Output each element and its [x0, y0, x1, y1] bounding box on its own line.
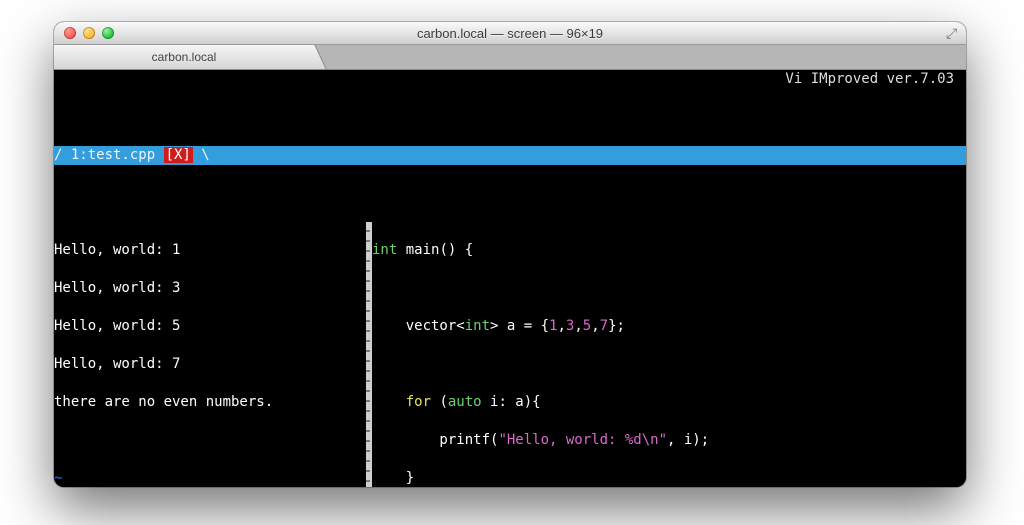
buffer-modified-flag: [X] — [164, 147, 193, 163]
code-line: } — [372, 469, 966, 487]
vim-version-label: Vi IMproved ver.7.03 — [785, 70, 954, 89]
vim-tilde-line: ~ — [54, 469, 366, 487]
code-line: vector<int> a = {1,3,5,7}; — [372, 317, 966, 336]
window-title: carbon.local — screen — 96×19 — [54, 26, 966, 41]
output-line: there are no even numbers. — [54, 393, 366, 412]
empty-line — [54, 431, 366, 450]
terminal-window: carbon.local — screen — 96×19 ⤢ carbon.l… — [54, 22, 966, 487]
code-line: printf("Hello, world: %d\n", i); — [372, 431, 966, 450]
buffer-tab-sep: \ — [193, 147, 210, 163]
code-line: int main() { — [372, 241, 966, 260]
titlebar[interactable]: carbon.local — screen — 96×19 ⤢ — [54, 22, 966, 45]
buffer-tab-label: / 1:test.cpp — [54, 147, 164, 163]
code-line — [372, 355, 966, 374]
code-line: for (auto i: a){ — [372, 393, 966, 412]
fullscreen-icon[interactable]: ⤢ — [946, 26, 960, 40]
output-line: Hello, world: 1 — [54, 241, 366, 260]
output-line: Hello, world: 3 — [54, 279, 366, 298]
vim-left-pane[interactable]: Hello, world: 1 Hello, world: 3 Hello, w… — [54, 222, 366, 487]
code-line — [372, 279, 966, 298]
terminal-tabbar: carbon.local — [54, 45, 966, 70]
terminal-tab-label: carbon.local — [152, 50, 217, 64]
output-line: Hello, world: 7 — [54, 355, 366, 374]
vim-right-pane[interactable]: int main() { vector<int> a = {1,3,5,7}; … — [372, 222, 966, 487]
vim-split-container: Hello, world: 1 Hello, world: 3 Hello, w… — [54, 222, 966, 487]
terminal-content[interactable]: Vi IMproved ver.7.03 / 1:test.cpp [X] \ … — [54, 70, 966, 487]
vim-buffer-tabline[interactable]: / 1:test.cpp [X] \ — [54, 146, 966, 165]
terminal-tab-active[interactable]: carbon.local — [54, 45, 315, 69]
output-line: Hello, world: 5 — [54, 317, 366, 336]
